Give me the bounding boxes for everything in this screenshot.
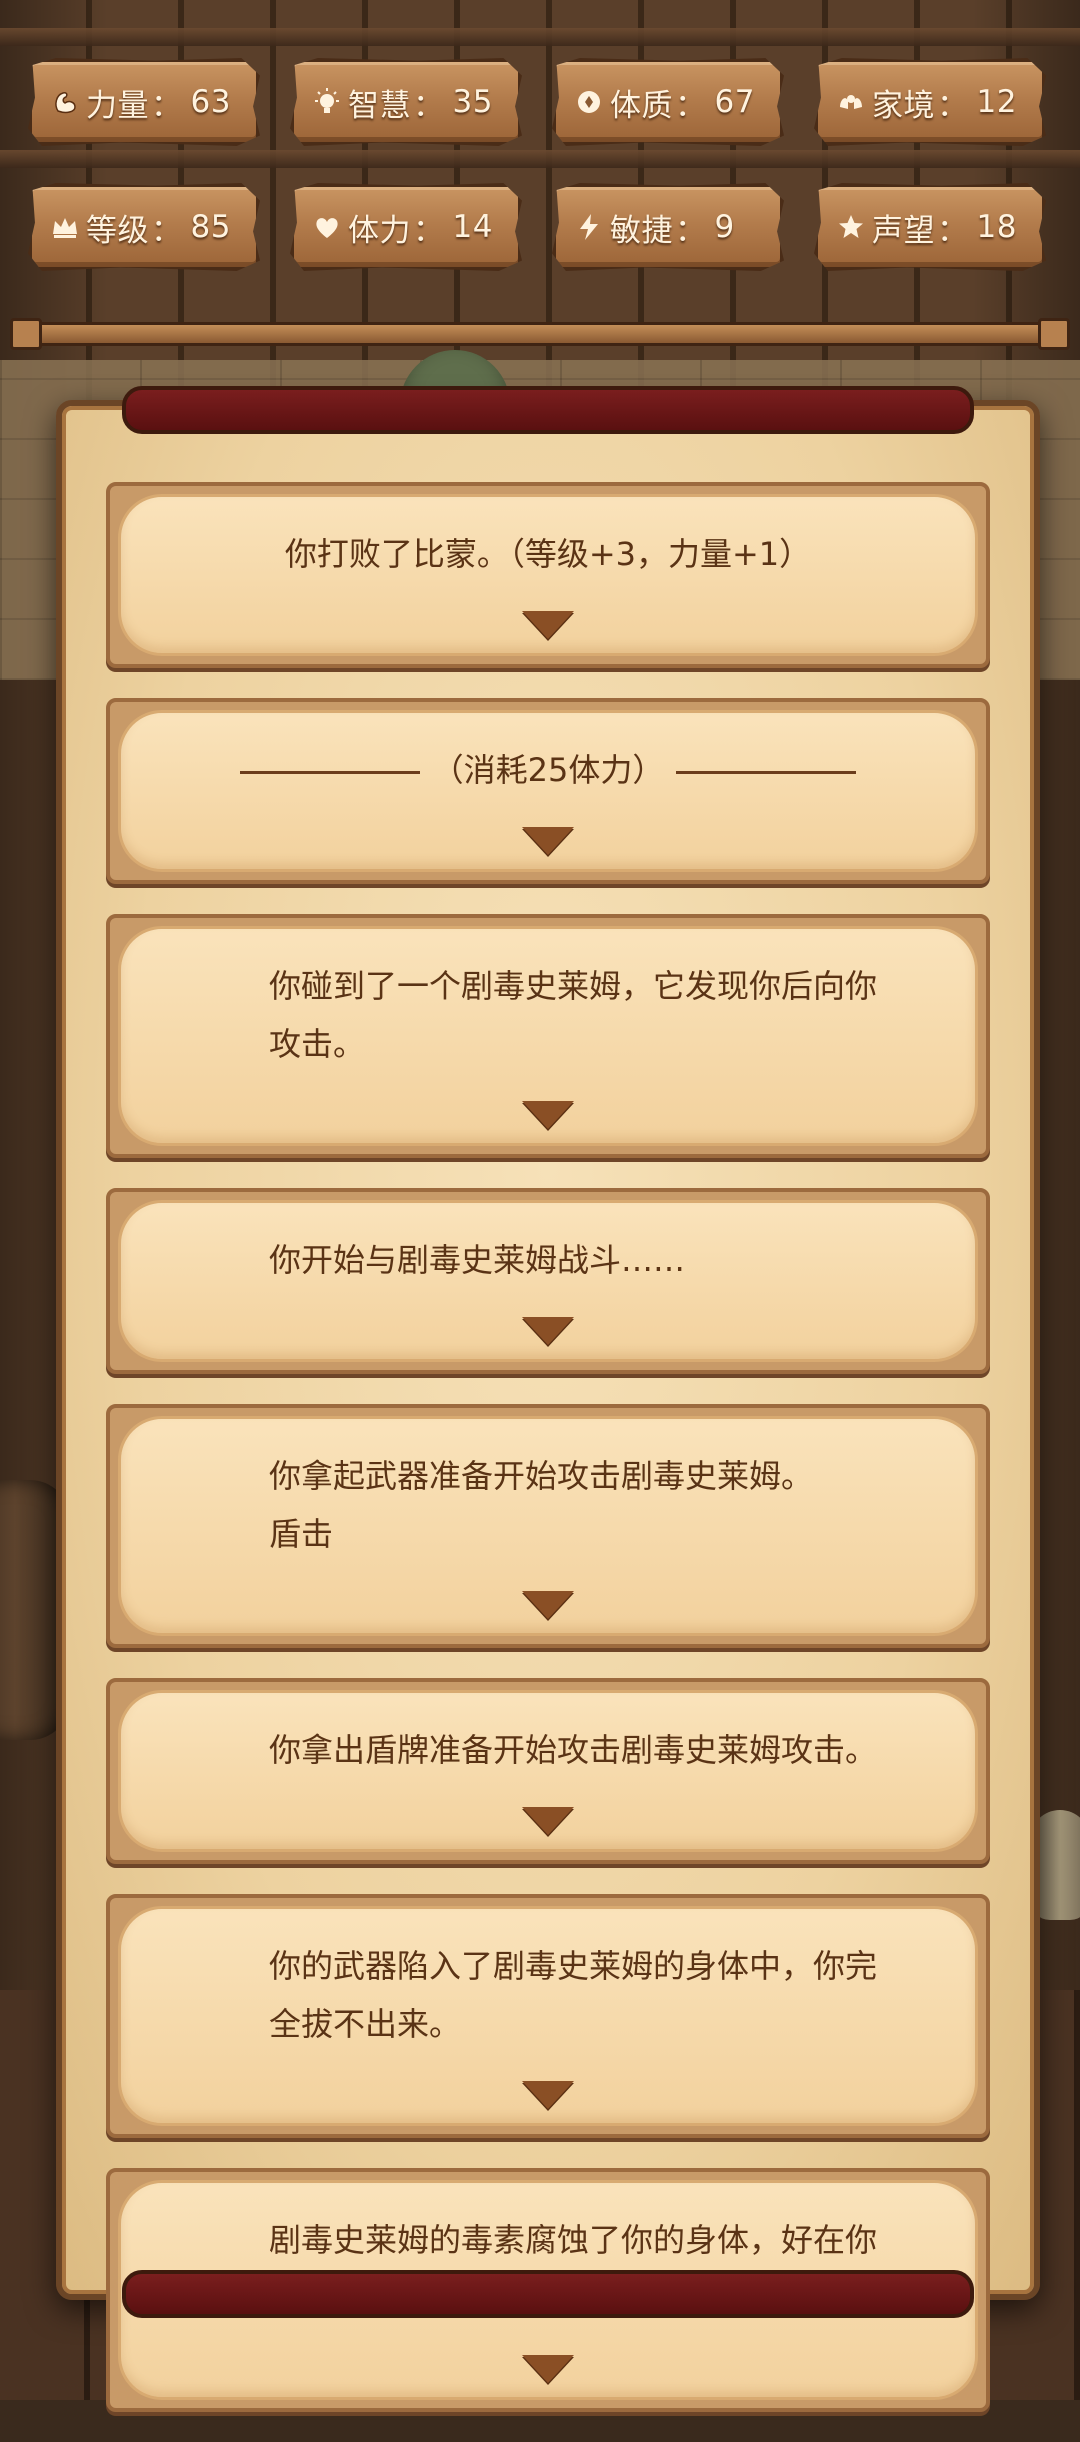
event-log-line: 攻击。: [269, 1025, 366, 1063]
stat-level: 等级： 85: [28, 183, 260, 271]
lightning-icon: [574, 212, 604, 242]
divider-line: [676, 770, 857, 774]
progress-rail: [10, 318, 1070, 350]
event-log-text: （消耗25体力）: [118, 710, 978, 872]
event-log-line: 你拿起武器准备开始攻击剧毒史莱姆。: [269, 1457, 814, 1495]
event-log-text: 你拿出盾牌准备开始攻击剧毒史莱姆攻击。: [118, 1690, 978, 1852]
event-log-line: 全拔不出来。: [269, 2005, 462, 2043]
attribute-panel: 力量： 63 智慧： 35 体质： 67 家境： 12 等级： 85 体力： 14 敏捷: [0, 0, 1080, 360]
stat-strength: 力量： 63: [28, 58, 260, 146]
event-log-line: （消耗25体力）: [141, 741, 955, 799]
event-log-text: 你开始与剧毒史莱姆战斗……: [118, 1200, 978, 1362]
event-log-text: 你打败了比蒙。（等级+3，力量+1）: [118, 494, 978, 656]
event-log-line: 你打败了比蒙。（等级+3，力量+1）: [284, 535, 812, 573]
heart-icon: [312, 212, 342, 242]
expand-arrow-icon[interactable]: [522, 1807, 574, 1835]
event-log-card[interactable]: 你开始与剧毒史莱姆战斗……: [106, 1188, 990, 1374]
event-log-card[interactable]: （消耗25体力）: [106, 698, 990, 884]
event-log-card[interactable]: 你拿出盾牌准备开始攻击剧毒史莱姆攻击。: [106, 1678, 990, 1864]
event-log-text: 你的武器陷入了剧毒史莱姆的身体中，你完 全拔不出来。: [118, 1906, 978, 2126]
event-log-card[interactable]: 你打败了比蒙。（等级+3，力量+1）: [106, 482, 990, 668]
event-log-line: 剧毒史莱姆的毒素腐蚀了你的身体，好在你: [269, 2221, 878, 2259]
event-log-scroll[interactable]: 你打败了比蒙。（等级+3，力量+1） （消耗25体力） 你碰到了一个剧毒史莱姆，它发…: [56, 386, 1040, 2412]
expand-arrow-icon[interactable]: [522, 1101, 574, 1129]
stat-constitution: 体质： 67: [552, 58, 784, 146]
progress-track: [20, 322, 1060, 346]
event-log-line-text: （消耗25体力）: [431, 751, 665, 789]
event-log-text: 你碰到了一个剧毒史莱姆，它发现你后向你 攻击。: [118, 926, 978, 1146]
constitution-icon: [574, 87, 604, 117]
event-log-card[interactable]: 你的武器陷入了剧毒史莱姆的身体中，你完 全拔不出来。: [106, 1894, 990, 2138]
event-log-card[interactable]: 你拿起武器准备开始攻击剧毒史莱姆。 盾击: [106, 1404, 990, 1648]
event-log-card[interactable]: 你碰到了一个剧毒史莱姆，它发现你后向你 攻击。: [106, 914, 990, 1158]
event-log-line: 你的武器陷入了剧毒史莱姆的身体中，你完: [269, 1947, 878, 1985]
event-log-list[interactable]: 你打败了比蒙。（等级+3，力量+1） （消耗25体力） 你碰到了一个剧毒史莱姆，它发…: [106, 482, 990, 2442]
expand-arrow-icon[interactable]: [522, 1591, 574, 1619]
stat-family: 家境： 12: [814, 58, 1046, 146]
event-log-line: 盾击: [269, 1515, 334, 1553]
event-log-line: 你碰到了一个剧毒史莱姆，它发现你后向你: [269, 967, 878, 1005]
expand-arrow-icon[interactable]: [522, 2081, 574, 2109]
rail-cap-right: [1038, 318, 1070, 350]
expand-arrow-icon[interactable]: [522, 611, 574, 639]
event-log-line: 你拿出盾牌准备开始攻击剧毒史莱姆攻击。: [269, 1731, 878, 1769]
scroll-bottom-roll: [122, 2270, 974, 2318]
expand-arrow-icon[interactable]: [522, 827, 574, 855]
divider-line: [239, 770, 420, 774]
expand-arrow-icon[interactable]: [522, 1317, 574, 1345]
event-log-text: 你拿起武器准备开始攻击剧毒史莱姆。 盾击: [118, 1416, 978, 1636]
stat-stamina: 体力： 14: [290, 183, 522, 271]
stat-agility: 敏捷： 9: [552, 183, 784, 271]
star-icon: [836, 212, 866, 242]
event-log-line: 你开始与剧毒史莱姆战斗……: [269, 1241, 686, 1279]
stat-wisdom: 智慧： 35: [290, 58, 522, 146]
crown-icon: [50, 212, 80, 242]
rail-cap-left: [10, 318, 42, 350]
stat-reputation: 声望： 18: [814, 183, 1046, 271]
bicep-icon: [50, 87, 80, 117]
scroll-top-roll: [122, 386, 974, 434]
expand-arrow-icon[interactable]: [522, 2355, 574, 2383]
lightbulb-icon: [312, 87, 342, 117]
family-hands-icon: [836, 87, 866, 117]
